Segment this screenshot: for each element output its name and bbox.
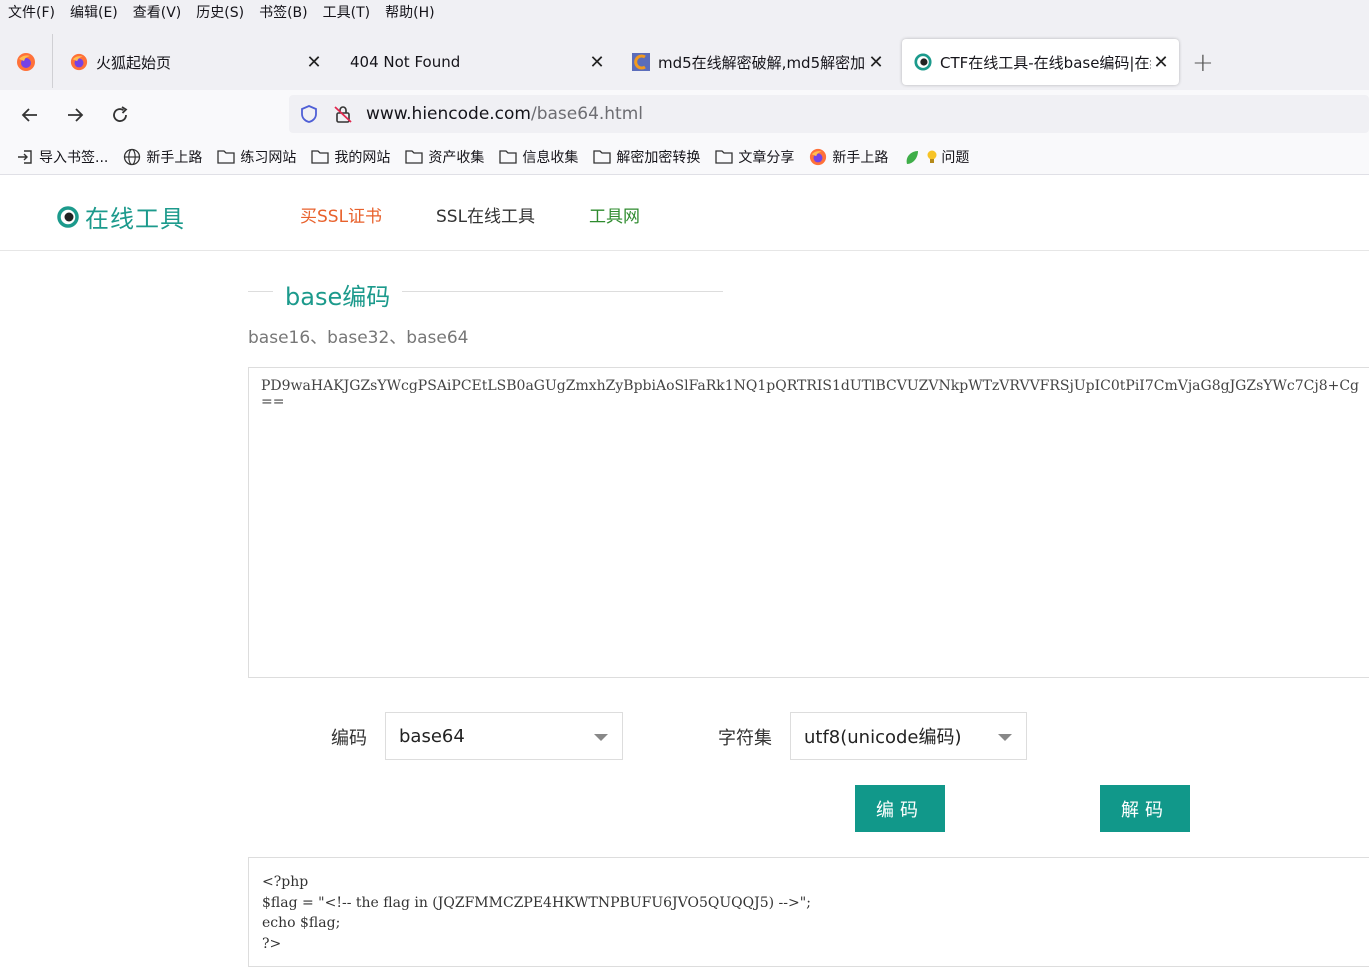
title-divider [248, 291, 273, 292]
bookmark-issues[interactable]: 问题 [903, 147, 969, 167]
bookmark-getting-started[interactable]: 新手上路 [123, 147, 202, 167]
firefox-icon [70, 53, 88, 71]
globe-icon [124, 148, 141, 166]
chevron-down-icon [594, 734, 608, 741]
reload-button[interactable] [105, 100, 135, 130]
input-textarea[interactable]: PD9waHAKJGZsYWcgPSAiPCEtLSB0aGUgZmxhZyBp… [248, 367, 1369, 678]
bookmark-folder-assets[interactable]: 资产收集 [405, 147, 484, 167]
tab-md5[interactable]: md5在线解密破解,md5解密加密 ✕ [624, 39, 894, 85]
bookmark-folder-articles[interactable]: 文章分享 [715, 147, 794, 167]
encoding-label: 编码 [331, 728, 367, 749]
menu-bar: 文件(F) 编辑(E) 查看(V) 历史(S) 书签(B) 工具(T) 帮助(H… [0, 0, 1369, 24]
menu-edit[interactable]: 编辑(E) [70, 2, 118, 22]
charset-label: 字符集 [718, 728, 772, 749]
import-icon [18, 150, 32, 164]
nav-tools-site[interactable]: 工具网 [589, 202, 640, 227]
shield-icon[interactable] [299, 104, 319, 124]
tab-title: md5在线解密破解,md5解密加密 [658, 53, 866, 72]
tab-404[interactable]: 404 Not Found ✕ [340, 39, 615, 85]
lightbulb-icon [927, 150, 937, 163]
chevron-down-icon [998, 734, 1012, 741]
bookmark-label: 信息收集 [522, 150, 579, 166]
encoding-value: base64 [399, 725, 465, 747]
close-icon[interactable]: ✕ [1151, 52, 1171, 73]
nav-buy-ssl[interactable]: 买SSL证书 [300, 202, 382, 227]
bookmark-label: 新手上路 [832, 150, 889, 166]
folder-icon [405, 150, 424, 164]
bookmark-label: 解密加密转换 [616, 150, 701, 166]
output-textarea[interactable]: <?php $flag = "<!-- the flag in (JQZFMMC… [248, 857, 1369, 967]
url-path: /base64.html [531, 104, 644, 124]
section-title: base编码 [285, 283, 391, 311]
firefox-icon [810, 148, 827, 166]
folder-icon [217, 150, 236, 164]
charset-value: utf8(unicode编码) [804, 727, 962, 748]
bookmark-label: 导入书签... [39, 150, 109, 166]
nav-ssl-tools[interactable]: SSL在线工具 [436, 202, 535, 227]
leaf-icon [906, 151, 919, 164]
new-tab-button[interactable]: + [1192, 48, 1214, 78]
close-icon[interactable]: ✕ [866, 52, 886, 73]
menu-view[interactable]: 查看(V) [133, 2, 182, 22]
bookmark-folder-my-sites[interactable]: 我的网站 [311, 147, 390, 167]
folder-icon [499, 150, 518, 164]
bookmark-label: 资产收集 [428, 150, 485, 166]
bookmark-folder-practice[interactable]: 练习网站 [217, 147, 296, 167]
logo-icon [57, 205, 79, 228]
decode-button[interactable]: 解码 [1100, 785, 1190, 832]
tab-title: 火狐起始页 [96, 53, 172, 72]
charset-select[interactable]: utf8(unicode编码) [790, 712, 1027, 760]
back-button[interactable] [15, 100, 45, 130]
bookmark-import[interactable]: 导入书签... [16, 147, 108, 167]
bookmarks-bar: 导入书签... 新手上路 练习网站 我的网站 资产收集 信息收集 解密加密转换 … [0, 140, 1369, 175]
firefox-view-button[interactable] [0, 34, 52, 90]
tab-ctf-tools[interactable]: CTF在线工具-在线base编码|在线 ✕ [902, 39, 1179, 85]
close-icon[interactable]: ✕ [304, 52, 324, 73]
menu-file[interactable]: 文件(F) [8, 2, 55, 22]
url-text[interactable]: www.hiencode.com/base64.html [366, 104, 643, 124]
folder-icon [311, 150, 330, 164]
url-bar[interactable]: www.hiencode.com/base64.html [289, 95, 1369, 133]
insecure-lock-icon[interactable] [333, 104, 353, 124]
firefox-icon [17, 53, 35, 71]
title-divider [402, 291, 723, 292]
md5-site-icon [632, 53, 650, 71]
encode-button[interactable]: 编码 [855, 785, 945, 832]
url-host: www.hiencode.com [366, 104, 531, 124]
section-subtitle: base16、base32、base64 [248, 328, 469, 348]
bookmark-folder-crypto[interactable]: 解密加密转换 [593, 147, 700, 167]
hiencode-icon [914, 53, 932, 71]
menu-history[interactable]: 历史(S) [196, 2, 244, 22]
bookmark-label: 我的网站 [334, 150, 391, 166]
menu-tools[interactable]: 工具(T) [323, 2, 370, 22]
bookmark-label: 练习网站 [240, 150, 297, 166]
bookmark-getting-started-2[interactable]: 新手上路 [809, 147, 888, 167]
menu-bookmarks[interactable]: 书签(B) [259, 2, 308, 22]
tab-title: CTF在线工具-在线base编码|在线 [940, 53, 1151, 72]
close-icon[interactable]: ✕ [587, 52, 607, 73]
navigation-bar: www.hiencode.com/base64.html [0, 90, 1369, 140]
bookmark-label: 文章分享 [738, 150, 795, 166]
bookmark-folder-info[interactable]: 信息收集 [499, 147, 578, 167]
encoding-select[interactable]: base64 [385, 712, 623, 760]
forward-button[interactable] [60, 100, 90, 130]
back-arrow-icon [21, 108, 37, 122]
tab-firefox-home[interactable]: 火狐起始页 ✕ [62, 39, 332, 85]
reload-icon [113, 106, 128, 122]
tab-strip: 火狐起始页 ✕ 404 Not Found ✕ md5在线解密破解,md5解密加… [0, 24, 1369, 90]
bookmark-label: 新手上路 [146, 150, 203, 166]
tab-title: 404 Not Found [350, 53, 461, 71]
bookmark-label: 问题 [941, 150, 970, 166]
tab-separator [52, 34, 53, 88]
forward-arrow-icon [68, 108, 84, 122]
folder-icon [715, 150, 734, 164]
site-logo[interactable]: 在线工具 [57, 199, 185, 234]
folder-icon [593, 150, 612, 164]
logo-text: 在线工具 [85, 205, 185, 233]
menu-help[interactable]: 帮助(H) [385, 2, 434, 22]
site-header: 在线工具 买SSL证书 SSL在线工具 工具网 [0, 175, 1369, 251]
